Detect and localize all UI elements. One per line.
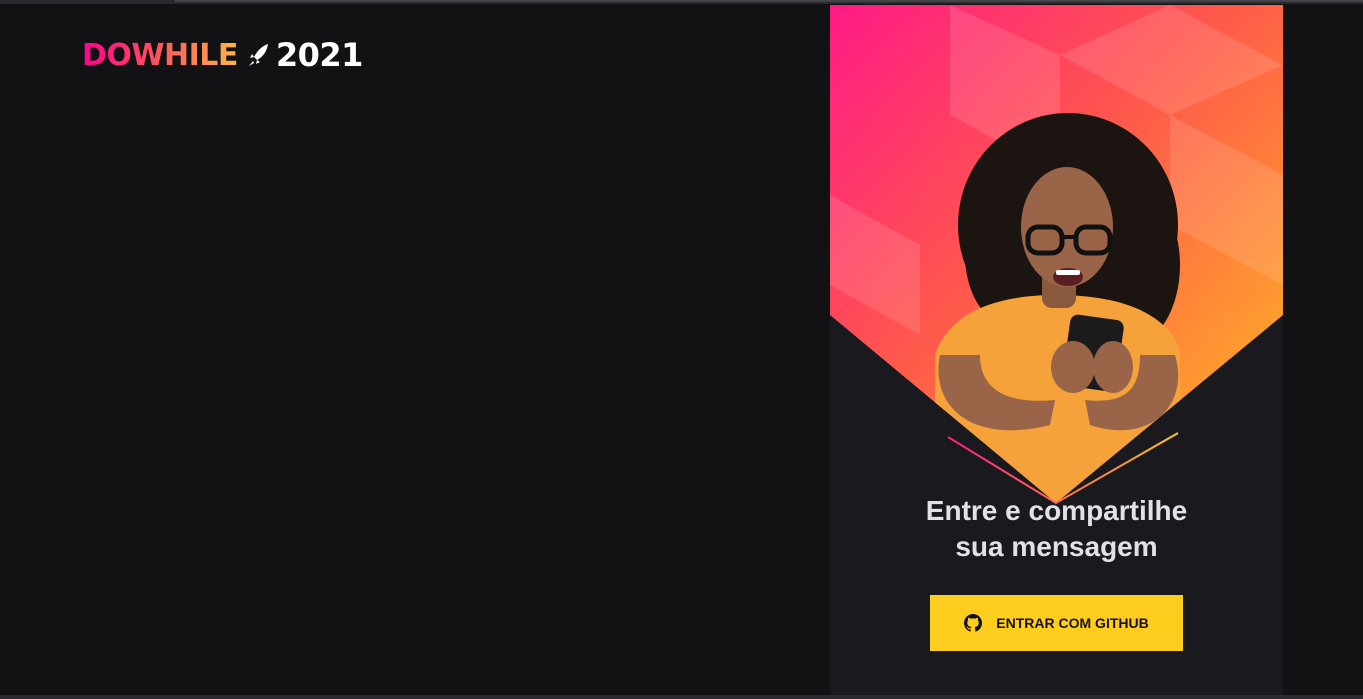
rocket-icon bbox=[248, 42, 270, 68]
logo-year: 2021 bbox=[275, 36, 364, 74]
login-panel: Entre e compartilhe sua mensagem ENTRAR … bbox=[830, 5, 1283, 695]
logo-brand: DOWHILE bbox=[82, 37, 238, 73]
hero-banner bbox=[830, 5, 1283, 505]
github-icon bbox=[964, 614, 983, 632]
login-message-line1: Entre e compartilhe bbox=[925, 495, 1188, 526]
page: DOWHILE 2021 Entre e compartilhe sua men… bbox=[0, 4, 1363, 695]
login-message: Entre e compartilhe sua mensagem bbox=[830, 493, 1283, 565]
dowhile-logo: DOWHILE 2021 bbox=[82, 36, 363, 74]
github-login-label: ENTRAR COM GITHUB bbox=[996, 615, 1149, 631]
login-message-line2: sua mensagem bbox=[955, 531, 1158, 562]
bottom-edge bbox=[0, 695, 1363, 699]
github-login-button[interactable]: ENTRAR COM GITHUB bbox=[930, 595, 1183, 651]
